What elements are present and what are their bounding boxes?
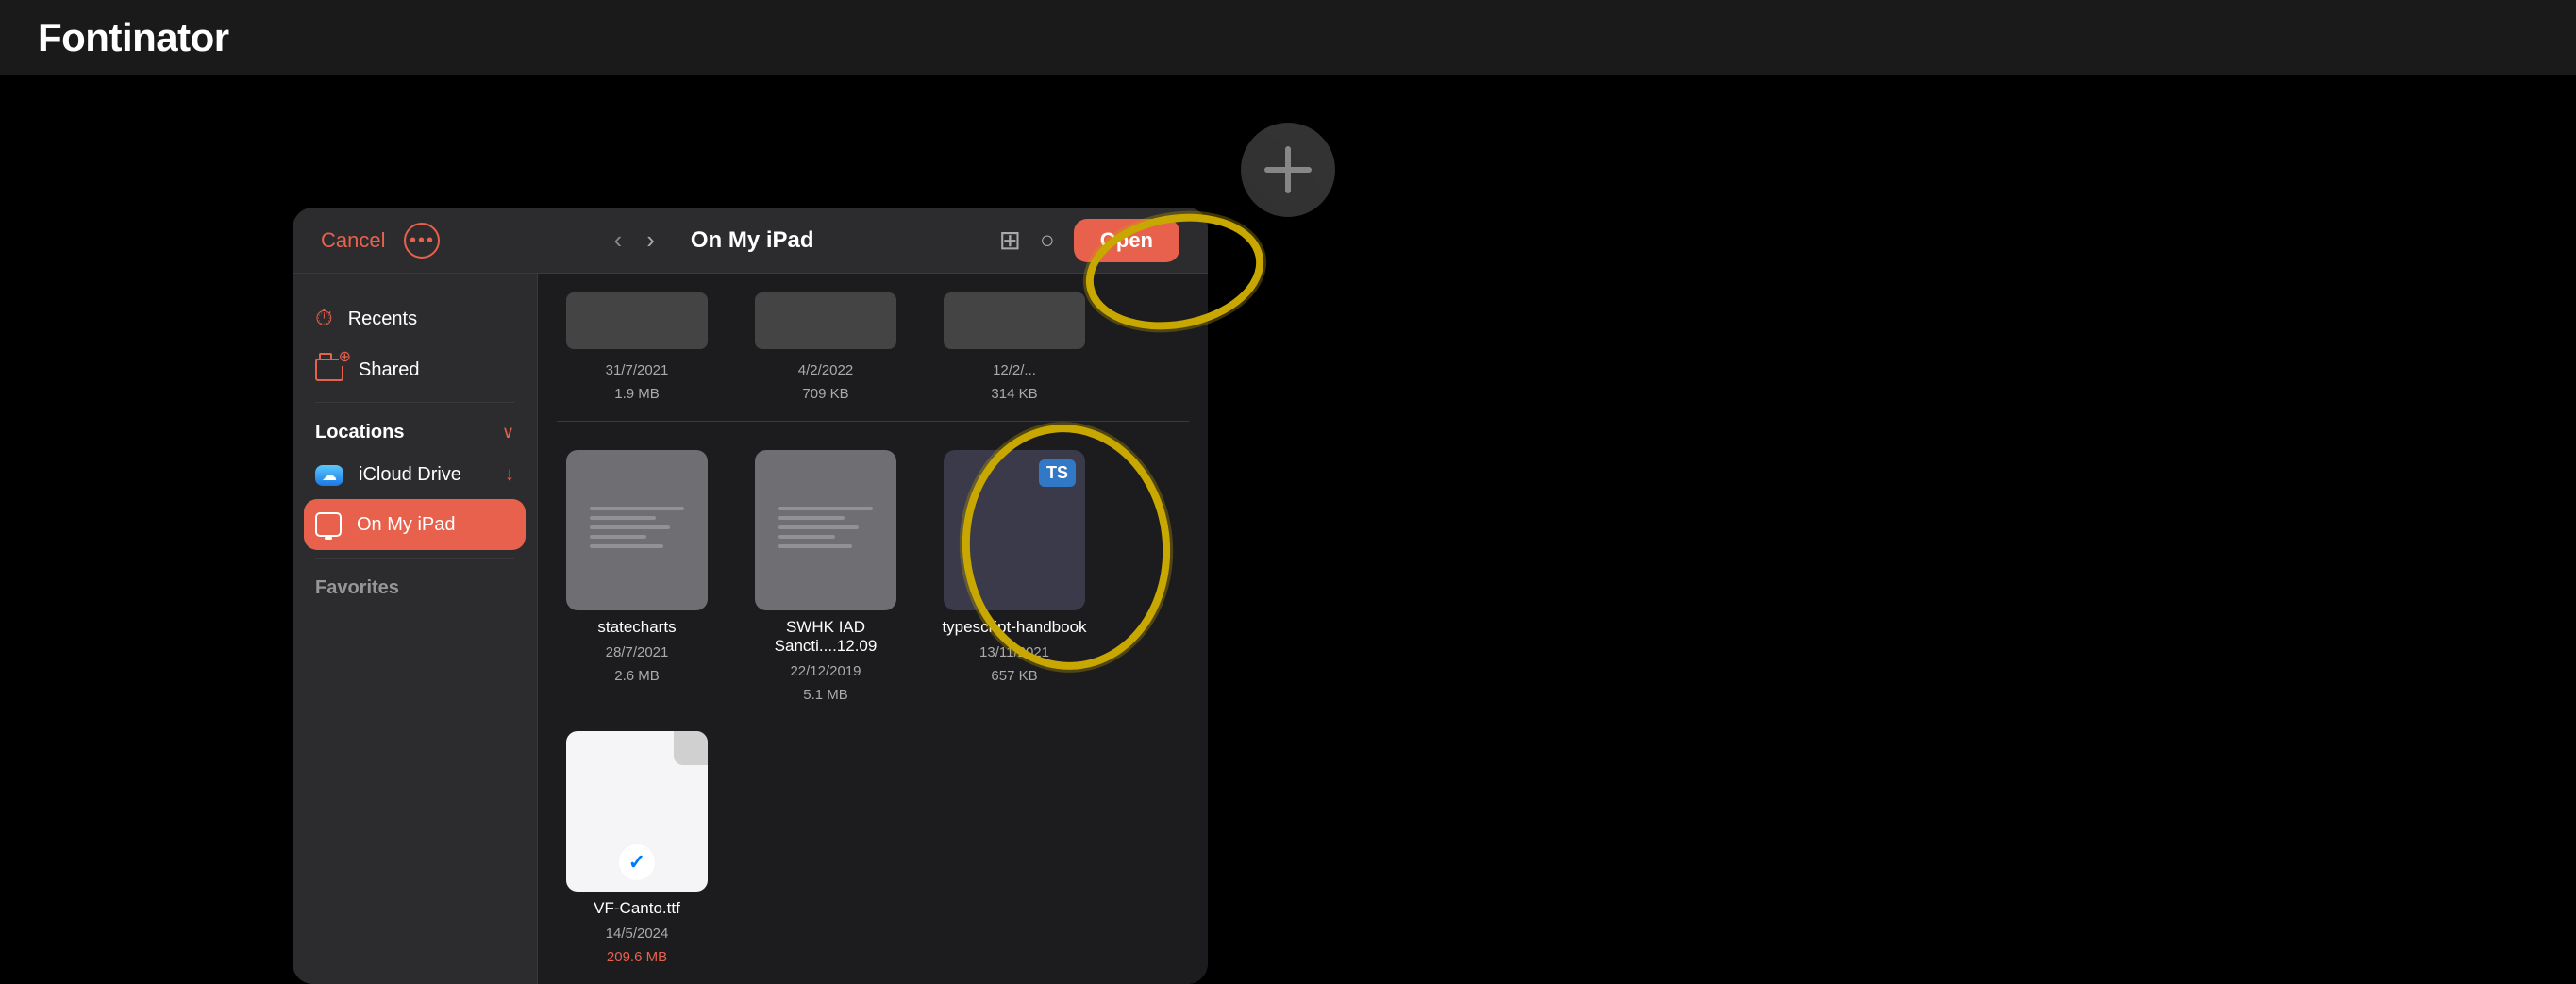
grid-view-icon[interactable]: ⊞ xyxy=(999,225,1021,256)
sidebar-item-shared[interactable]: Shared xyxy=(293,345,537,394)
sidebar-item-icloud[interactable]: iCloud Drive ↓ xyxy=(293,451,537,499)
back-arrow-icon[interactable]: ‹ xyxy=(607,222,630,259)
dialog-header: Cancel ••• ‹ › On My iPad ⊞ ○ Open xyxy=(293,208,1208,274)
sidebar-divider-2 xyxy=(315,558,514,559)
open-button[interactable]: Open xyxy=(1074,219,1179,262)
ellipsis-icon: ••• xyxy=(410,231,435,250)
more-options-button[interactable]: ••• xyxy=(404,223,440,259)
locations-title: Locations xyxy=(315,422,404,443)
sidebar: ⏱ Recents Shared Locations ∨ iClou xyxy=(293,274,538,984)
locations-chevron-icon[interactable]: ∨ xyxy=(502,423,514,442)
recents-label: Recents xyxy=(348,309,417,330)
file-size: 5.1 MB xyxy=(803,687,848,703)
file-date: 4/2/2022 xyxy=(798,362,853,378)
locations-section-header: Locations ∨ xyxy=(293,410,537,451)
sidebar-item-recents[interactable]: ⏱ Recents xyxy=(293,292,537,345)
doc-preview xyxy=(580,493,694,567)
list-item[interactable]: statecharts 28/7/2021 2.6 MB xyxy=(557,450,717,703)
file-size: 314 KB xyxy=(991,386,1037,402)
file-thumb xyxy=(566,450,708,610)
dialog-actions: ⊞ ○ Open xyxy=(999,219,1179,262)
file-size: 209.6 MB xyxy=(607,949,667,965)
file-size: 709 KB xyxy=(802,386,848,402)
list-item[interactable]: VF-Canto.ttf 14/5/2024 209.6 MB xyxy=(557,731,717,965)
file-selected-check xyxy=(619,844,655,880)
top-files-row: 31/7/2021 1.9 MB 4/2/2022 709 KB 12/2/..… xyxy=(557,292,1189,422)
clock-icon: ⏱ xyxy=(315,306,333,332)
doc-preview xyxy=(769,493,882,567)
icloud-icon xyxy=(315,465,343,486)
list-item[interactable]: TS typescript-handbook 13/11/2021 657 KB xyxy=(934,450,1095,703)
icloud-sync-icon: ↓ xyxy=(505,464,514,486)
file-picker-dialog: Cancel ••• ‹ › On My iPad ⊞ ○ Open ⏱ xyxy=(293,208,1208,984)
file-name: statecharts xyxy=(597,618,676,637)
nav-arrows: ‹ › On My iPad xyxy=(607,222,833,259)
list-item[interactable]: 4/2/2022 709 KB xyxy=(745,292,906,402)
app-body: Cancel ••• ‹ › On My iPad ⊞ ○ Open ⏱ xyxy=(0,75,2576,835)
add-button[interactable] xyxy=(1241,123,1335,217)
file-thumb xyxy=(755,450,896,610)
file-date: 31/7/2021 xyxy=(606,362,669,378)
favorites-label: Favorites xyxy=(293,566,537,607)
file-name: SWHK IAD Sancti....12.09 xyxy=(745,618,906,656)
file-name: VF-Canto.ttf xyxy=(594,899,680,918)
icloud-label: iCloud Drive xyxy=(359,464,461,486)
app-titlebar: Fontinator xyxy=(0,0,2576,75)
file-date: 13/11/2021 xyxy=(979,644,1049,660)
main-content: 31/7/2021 1.9 MB 4/2/2022 709 KB 12/2/..… xyxy=(538,274,1208,984)
ts-badge: TS xyxy=(1039,459,1076,487)
file-thumb-placeholder xyxy=(944,292,1085,349)
ipad-label: On My iPad xyxy=(357,514,455,536)
forward-arrow-icon[interactable]: › xyxy=(639,222,662,259)
dialog-body: ⏱ Recents Shared Locations ∨ iClou xyxy=(293,274,1208,984)
file-date: 22/12/2019 xyxy=(790,663,861,679)
file-size: 2.6 MB xyxy=(614,668,660,684)
sidebar-divider xyxy=(315,402,514,403)
files-grid: statecharts 28/7/2021 2.6 MB xyxy=(557,450,1189,965)
app-title: Fontinator xyxy=(38,15,229,60)
file-thumb xyxy=(566,731,708,892)
list-item[interactable]: 12/2/... 314 KB xyxy=(934,292,1095,402)
file-thumb-placeholder xyxy=(755,292,896,349)
file-name: typescript-handbook xyxy=(942,618,1086,637)
current-location: On My iPad xyxy=(691,227,814,254)
ipad-icon xyxy=(315,512,342,537)
shared-label: Shared xyxy=(359,359,420,381)
file-date: 12/2/... xyxy=(993,362,1036,378)
search-icon[interactable]: ○ xyxy=(1040,225,1055,255)
file-thumb-placeholder xyxy=(566,292,708,349)
shared-folder-icon xyxy=(315,359,343,381)
cancel-button[interactable]: Cancel xyxy=(321,228,385,253)
file-date: 14/5/2024 xyxy=(606,926,669,942)
file-thumb: TS xyxy=(944,450,1085,610)
sidebar-item-ipad[interactable]: On My iPad xyxy=(304,499,526,550)
file-size: 1.9 MB xyxy=(614,386,660,402)
list-item[interactable]: 31/7/2021 1.9 MB xyxy=(557,292,717,402)
list-item[interactable]: SWHK IAD Sancti....12.09 22/12/2019 5.1 … xyxy=(745,450,906,703)
file-date: 28/7/2021 xyxy=(606,644,669,660)
file-size: 657 KB xyxy=(991,668,1037,684)
